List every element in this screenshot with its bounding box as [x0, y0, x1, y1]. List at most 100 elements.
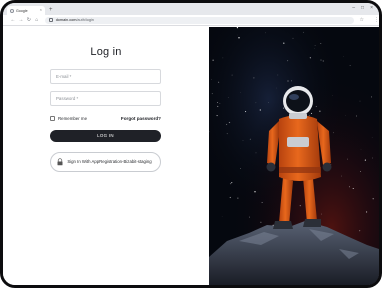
- star: [341, 175, 342, 177]
- url-path: /auth/login: [76, 18, 94, 22]
- star: [261, 202, 263, 204]
- sso-sign-in-button[interactable]: Sign In With AppRegistration-Bizabit-sta…: [50, 152, 161, 172]
- star: [370, 96, 372, 98]
- browser-toolbar: ← → ↻ ⌂ domain.com/auth/login ☆ ⋮: [3, 15, 379, 26]
- star: [277, 74, 279, 76]
- star: [309, 57, 311, 59]
- home-icon[interactable]: ⌂: [33, 17, 41, 23]
- star: [310, 112, 313, 114]
- star: [283, 42, 285, 44]
- forward-icon[interactable]: →: [17, 17, 25, 23]
- tab-title: Google: [16, 8, 28, 13]
- star: [320, 59, 322, 61]
- login-button[interactable]: LOG IN: [50, 130, 161, 142]
- star: [237, 197, 239, 199]
- close-window-icon[interactable]: ×: [370, 5, 373, 11]
- star: [360, 171, 361, 172]
- star: [260, 221, 262, 223]
- star: [249, 138, 251, 140]
- star: [372, 157, 373, 159]
- star: [364, 159, 366, 161]
- star: [217, 105, 219, 107]
- star: [349, 65, 351, 66]
- star: [347, 158, 348, 160]
- reload-icon[interactable]: ↻: [25, 17, 33, 23]
- star: [229, 196, 231, 199]
- star: [315, 106, 317, 108]
- star: [236, 27, 239, 29]
- star: [245, 111, 247, 113]
- email-field[interactable]: E-mail *: [50, 69, 161, 84]
- star: [320, 43, 322, 44]
- star: [231, 182, 233, 184]
- star: [255, 152, 257, 154]
- star: [219, 103, 221, 104]
- device-frame: Google × + – □ × ← → ↻ ⌂ domain.com/auth…: [0, 0, 382, 288]
- browser-tab[interactable]: Google ×: [7, 6, 45, 15]
- star: [320, 213, 322, 215]
- star: [228, 121, 231, 124]
- star: [292, 37, 294, 39]
- remember-me-checkbox[interactable]: [50, 115, 55, 121]
- window-controls: – □ ×: [352, 5, 373, 11]
- lock-icon: [48, 18, 53, 22]
- url-text: domain.com/auth/login: [56, 18, 94, 22]
- tab-close-icon[interactable]: ×: [40, 7, 42, 12]
- star: [212, 59, 214, 61]
- star: [255, 102, 257, 104]
- sso-button-label: Sign In With AppRegistration-Bizabit-sta…: [67, 159, 152, 165]
- address-bar[interactable]: domain.com/auth/login: [44, 16, 354, 24]
- star: [238, 37, 240, 39]
- star: [229, 182, 232, 185]
- star: [216, 115, 218, 117]
- star: [372, 198, 374, 200]
- star: [259, 109, 261, 111]
- star: [308, 114, 310, 116]
- remember-row: Remember me Forgot password?: [50, 115, 161, 121]
- new-tab-button[interactable]: +: [49, 6, 53, 15]
- astronaut-on-rock-image: [209, 27, 379, 285]
- star: [322, 60, 324, 62]
- forgot-password-link[interactable]: Forgot password?: [121, 116, 161, 121]
- star: [352, 188, 354, 189]
- page-content: Log in E-mail * Password * Remember me F…: [3, 27, 379, 285]
- star: [366, 211, 368, 213]
- star: [211, 79, 212, 80]
- star: [287, 80, 289, 82]
- star: [291, 80, 292, 82]
- password-field[interactable]: Password *: [50, 91, 161, 106]
- bookmark-star-icon[interactable]: ☆: [360, 17, 364, 23]
- star: [314, 45, 316, 46]
- star: [302, 31, 304, 33]
- page-title: Log in: [90, 46, 122, 58]
- star: [253, 77, 255, 79]
- browser-tab-bar: Google × + – □ ×: [3, 3, 379, 15]
- minimize-icon[interactable]: –: [352, 5, 355, 11]
- star: [226, 133, 228, 135]
- back-icon[interactable]: ←: [9, 17, 17, 23]
- star: [333, 132, 334, 134]
- star: [299, 204, 301, 207]
- star: [218, 81, 220, 83]
- star: [359, 100, 361, 102]
- star: [283, 107, 285, 109]
- star: [254, 191, 256, 193]
- lock-icon: [56, 158, 64, 166]
- remember-me-label[interactable]: Remember me: [58, 116, 87, 121]
- maximize-icon[interactable]: □: [361, 5, 364, 11]
- star: [222, 57, 224, 59]
- star: [242, 140, 244, 141]
- login-panel: Log in E-mail * Password * Remember me F…: [3, 27, 209, 285]
- star: [217, 102, 219, 103]
- star: [239, 168, 241, 169]
- star: [359, 230, 361, 232]
- browser-menu-icon[interactable]: ⋮: [374, 17, 379, 23]
- star: [231, 74, 233, 76]
- star: [343, 56, 344, 57]
- star: [227, 97, 229, 98]
- star: [249, 216, 251, 218]
- star: [356, 115, 357, 117]
- globe-icon: [10, 8, 14, 13]
- star: [319, 110, 321, 112]
- star: [287, 60, 289, 62]
